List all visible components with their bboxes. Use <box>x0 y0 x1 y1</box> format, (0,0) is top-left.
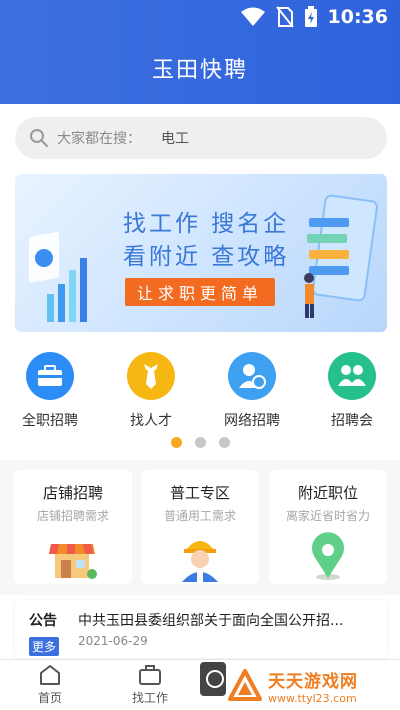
location-pin-icon <box>312 532 344 580</box>
card-subtitle: 店铺招聘需求 <box>36 509 109 523</box>
card-general-labor[interactable]: 普工专区 普通用工需求 <box>141 470 259 584</box>
card-shop-jobs[interactable]: 店铺招聘 店铺招聘需求 <box>14 470 132 584</box>
carousel-indicator <box>0 437 400 448</box>
search-hot-keyword[interactable]: 电工 <box>161 128 189 148</box>
announcement-text[interactable]: 中共玉田县委组织部关于面向全国公开招... <box>78 610 378 630</box>
card-title: 附近职位 <box>297 484 358 502</box>
banner-cta-button[interactable]: 让求职更简单 <box>125 278 275 306</box>
briefcase-icon <box>26 352 74 400</box>
category-row: 全职招聘 找人才 网络招聘 招聘会 <box>0 352 400 438</box>
card-subtitle: 普通用工需求 <box>163 509 236 523</box>
battery-charging-icon <box>304 6 317 27</box>
banner-line-2: 看附近 查攻略 <box>123 244 290 270</box>
home-icon <box>40 665 60 685</box>
tie-icon <box>127 352 175 400</box>
promo-banner[interactable]: 找工作 搜名企 看附近 查攻略 让求职更简单 <box>15 174 387 332</box>
storefront-icon <box>49 544 97 579</box>
tab-find-jobs[interactable]: 找工作 <box>110 664 190 706</box>
card-title: 普工专区 <box>169 484 230 502</box>
carousel-dot[interactable] <box>218 437 230 448</box>
category-label: 网络招聘 <box>224 413 280 429</box>
category-label: 全职招聘 <box>22 413 78 429</box>
category-talent[interactable]: 找人才 <box>111 352 191 430</box>
announcement-bar[interactable]: 公告 更多 中共玉田县委组织部关于面向全国公开招... 2021-06-29 <box>15 600 387 658</box>
tab-label: 找工作 <box>131 691 168 705</box>
tab-label: 首页 <box>37 691 62 705</box>
watermark-title: 天天游戏网 <box>268 672 358 692</box>
briefcase-outline-icon <box>139 665 161 685</box>
app-header: 10:36 玉田快聘 <box>0 0 400 104</box>
card-subtitle: 离家近省时省力 <box>285 509 370 523</box>
announcement-more-button[interactable]: 更多 <box>29 637 60 656</box>
wifi-icon <box>240 7 265 26</box>
people-icon <box>328 352 376 400</box>
watermark-url: www.ttyl23.com <box>268 692 357 705</box>
announcement-tag: 公告 <box>29 613 57 629</box>
carousel-dot-active[interactable] <box>170 437 182 448</box>
tab-home[interactable]: 首页 <box>10 664 90 706</box>
category-online[interactable]: 网络招聘 <box>212 352 292 430</box>
status-bar: 10:36 <box>240 0 400 34</box>
worker-icon <box>182 541 218 582</box>
chart-illustration <box>29 232 87 322</box>
card-title: 店铺招聘 <box>42 484 103 502</box>
category-label: 找人才 <box>130 413 172 429</box>
category-fair[interactable]: 招聘会 <box>312 352 392 430</box>
center-tab-icon <box>200 662 226 696</box>
card-nearby-jobs[interactable]: 附近职位 离家近省时省力 <box>269 470 387 584</box>
site-watermark: 天天游戏网 www.ttyl23.com <box>228 662 400 710</box>
search-placeholder: 大家都在搜： <box>57 131 141 147</box>
announcement-date: 2021-06-29 <box>78 634 148 648</box>
carousel-dot[interactable] <box>194 437 206 448</box>
watermark-logo-icon <box>228 669 262 701</box>
search-icon <box>30 129 48 147</box>
category-fulltime[interactable]: 全职招聘 <box>10 352 90 430</box>
banner-line-1: 找工作 搜名企 <box>123 211 290 237</box>
category-label: 招聘会 <box>331 413 373 429</box>
page-title: 玉田快聘 <box>151 58 248 83</box>
person-globe-icon <box>228 352 276 400</box>
no-sim-icon <box>275 6 294 28</box>
phone-illustration <box>304 194 378 318</box>
search-bar[interactable]: 大家都在搜： 电工 <box>15 117 387 159</box>
clock: 10:36 <box>327 6 388 28</box>
